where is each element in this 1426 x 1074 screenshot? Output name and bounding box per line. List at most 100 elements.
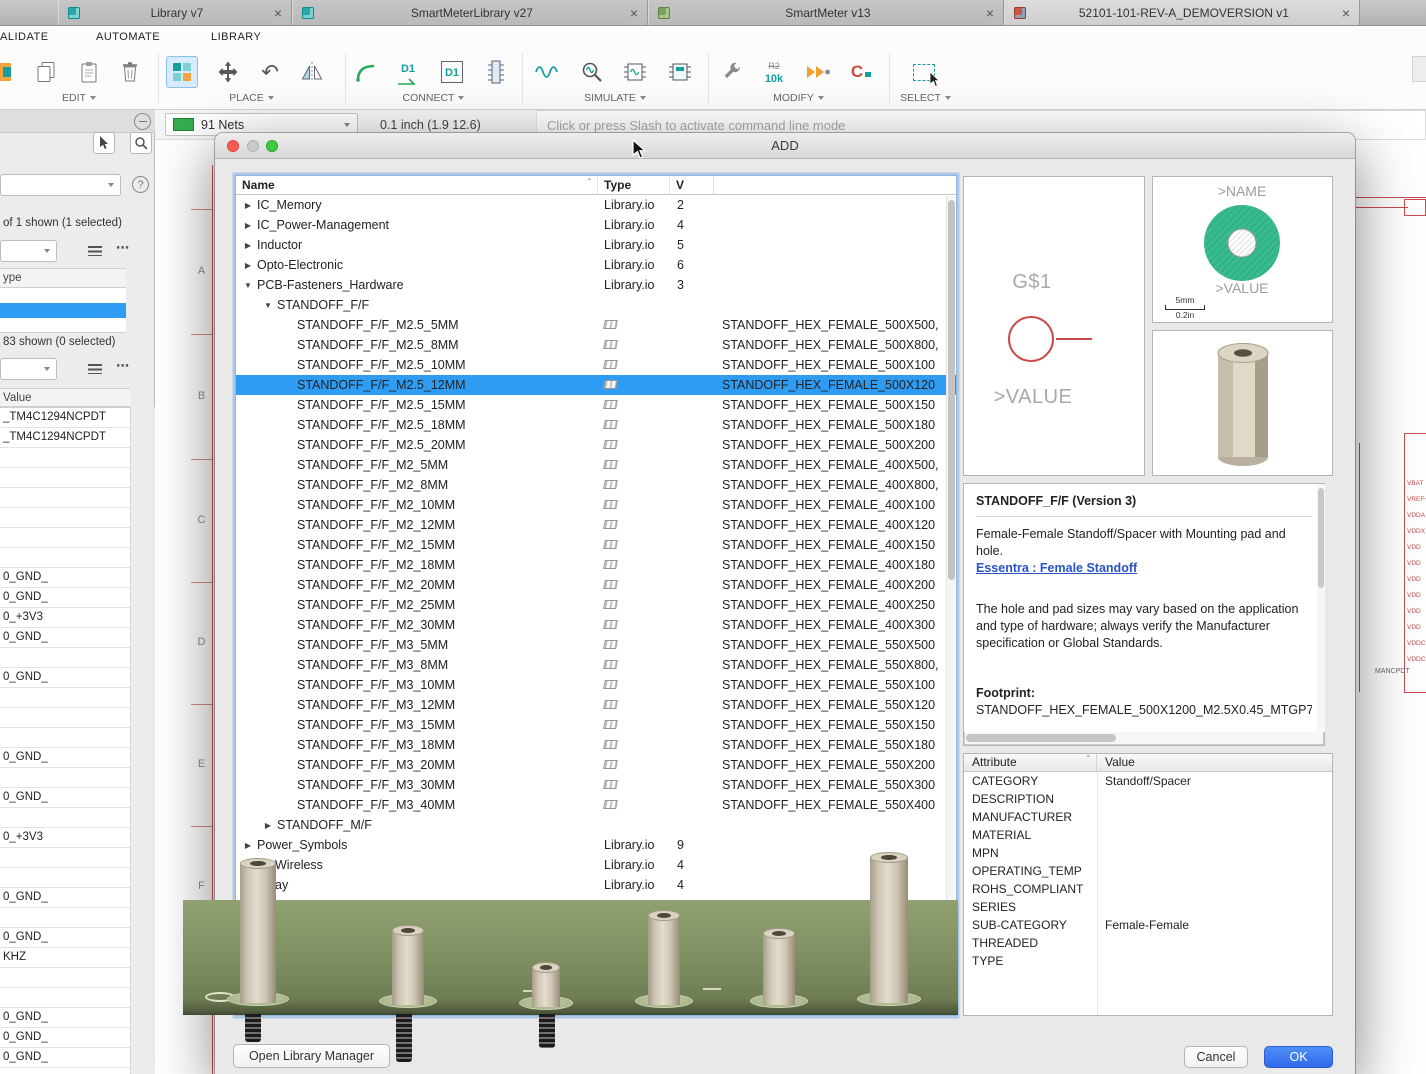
scrollbar-thumb[interactable] bbox=[966, 734, 1116, 742]
tree-row[interactable]: ▼STANDOFF_F/F bbox=[236, 295, 956, 315]
tree-row[interactable]: STANDOFF_F/F_M2_10MMSTANDOFF_HEX_FEMALE_… bbox=[236, 495, 956, 515]
copy-icon[interactable] bbox=[30, 56, 62, 88]
list-item[interactable] bbox=[0, 808, 130, 828]
tree-row[interactable]: STANDOFF_F/F_M2.5_12MMSTANDOFF_HEX_FEMAL… bbox=[236, 375, 956, 395]
mirror-icon[interactable] bbox=[296, 56, 328, 88]
list-item[interactable]: 0_GND_ bbox=[0, 1008, 130, 1028]
list-item[interactable]: KHZ bbox=[0, 948, 130, 968]
list-item[interactable] bbox=[0, 708, 130, 728]
list-item[interactable] bbox=[0, 468, 130, 488]
tree-row[interactable]: STANDOFF_F/F_M3_15MMSTANDOFF_HEX_FEMALE_… bbox=[236, 715, 956, 735]
list-item[interactable]: 0_GND_ bbox=[0, 1028, 130, 1048]
tree-row[interactable]: STANDOFF_F/F_M3_18MMSTANDOFF_HEX_FEMALE_… bbox=[236, 735, 956, 755]
change-class-icon[interactable]: C bbox=[846, 56, 878, 88]
column-value[interactable]: Value bbox=[1097, 754, 1332, 771]
list-item[interactable] bbox=[0, 648, 130, 668]
list-item[interactable]: 0_GND_ bbox=[0, 888, 130, 908]
tree-row[interactable]: STANDOFF_F/F_M2_18MMSTANDOFF_HEX_FEMALE_… bbox=[236, 555, 956, 575]
clipped-tool-icon[interactable] bbox=[0, 56, 14, 88]
help-icon[interactable]: ? bbox=[132, 176, 149, 193]
expand-arrow-icon[interactable]: ▶ bbox=[262, 821, 274, 830]
move-icon[interactable] bbox=[212, 56, 244, 88]
list-item[interactable] bbox=[0, 988, 130, 1008]
tree-row[interactable]: ▶InductorLibrary.io5 bbox=[236, 235, 956, 255]
attribute-row[interactable]: MPN bbox=[964, 844, 1332, 862]
expand-arrow-icon[interactable]: ▶ bbox=[242, 261, 254, 270]
tree-row[interactable]: STANDOFF_F/F_M2_20MMSTANDOFF_HEX_FEMALE_… bbox=[236, 575, 956, 595]
tree-row[interactable]: STANDOFF_F/F_M3_30MMSTANDOFF_HEX_FEMALE_… bbox=[236, 775, 956, 795]
close-icon[interactable]: × bbox=[274, 6, 282, 20]
attribute-row[interactable]: MANUFACTURER bbox=[964, 808, 1332, 826]
tree-row[interactable]: STANDOFF_F/F_M2.5_10MMSTANDOFF_HEX_FEMAL… bbox=[236, 355, 956, 375]
list-item[interactable]: 0_GND_ bbox=[0, 628, 130, 648]
toolbar-group-connect[interactable]: CONNECT bbox=[345, 90, 522, 106]
list-item[interactable]: 0_GND_ bbox=[0, 1048, 130, 1068]
add-part-tool-icon[interactable] bbox=[166, 56, 198, 88]
list-item[interactable] bbox=[0, 728, 130, 748]
column-type[interactable]: Type bbox=[598, 176, 670, 194]
attribute-row[interactable]: MATERIAL bbox=[964, 826, 1332, 844]
tree-row[interactable]: STANDOFF_F/F_M2_30MMSTANDOFF_HEX_FEMALE_… bbox=[236, 615, 956, 635]
attribute-row[interactable]: TYPE bbox=[964, 952, 1332, 970]
minimize-window-button[interactable] bbox=[247, 140, 259, 152]
tree-row[interactable]: STANDOFF_F/F_M2_12MMSTANDOFF_HEX_FEMALE_… bbox=[236, 515, 956, 535]
tree-row[interactable]: ▶Opto-ElectronicLibrary.io6 bbox=[236, 255, 956, 275]
list-item[interactable]: 0_GND_ bbox=[0, 788, 130, 808]
description-hscrollbar[interactable] bbox=[964, 732, 1324, 745]
name-tool-icon[interactable]: D1 bbox=[436, 56, 468, 88]
expand-arrow-icon[interactable]: ▶ bbox=[242, 841, 254, 850]
list-item[interactable] bbox=[0, 868, 130, 888]
filter-select-1[interactable] bbox=[0, 174, 121, 196]
model-ic2-icon[interactable] bbox=[664, 56, 696, 88]
ribbon-tab-automate[interactable]: AUTOMATE bbox=[96, 31, 160, 43]
scrollbar-thumb[interactable] bbox=[948, 200, 955, 580]
list-item-selected[interactable] bbox=[0, 303, 126, 318]
undo-icon[interactable]: ↶ bbox=[254, 56, 286, 88]
close-icon[interactable]: × bbox=[630, 6, 638, 20]
doc-tab[interactable]: 52101-101-REV-A_DEMOVERSION v1× bbox=[1004, 0, 1360, 25]
list-item[interactable] bbox=[0, 688, 130, 708]
scrollbar-thumb[interactable] bbox=[1318, 488, 1324, 588]
attribute-row[interactable]: OPERATING_TEMP bbox=[964, 862, 1332, 880]
pick-tool-button[interactable] bbox=[93, 132, 115, 154]
tree-row[interactable]: ▼PCB-Fasteners_HardwareLibrary.io3 bbox=[236, 275, 956, 295]
list-item[interactable]: 0_+3V3 bbox=[0, 608, 130, 628]
paste-icon[interactable] bbox=[73, 56, 105, 88]
list-item[interactable] bbox=[0, 1068, 130, 1074]
toolbar-group-simulate[interactable]: SIMULATE bbox=[522, 90, 708, 106]
list-item[interactable]: 0_GND_ bbox=[0, 568, 130, 588]
tree-row[interactable]: STANDOFF_F/F_M2.5_20MMSTANDOFF_HEX_FEMAL… bbox=[236, 435, 956, 455]
toolbar-group-modify[interactable]: MODIFY bbox=[708, 90, 889, 106]
list-item[interactable]: _TM4C1294NCPDT bbox=[0, 428, 130, 448]
zoom-window-button[interactable] bbox=[266, 140, 278, 152]
tree-row[interactable]: STANDOFF_F/F_M3_10MMSTANDOFF_HEX_FEMALE_… bbox=[236, 675, 956, 695]
list-item[interactable] bbox=[0, 508, 130, 528]
attribute-row[interactable]: CATEGORYStandoff/Spacer bbox=[964, 772, 1332, 790]
tree-row[interactable]: STANDOFF_F/F_M2_5MMSTANDOFF_HEX_FEMALE_4… bbox=[236, 455, 956, 475]
more-options-icon[interactable]: ⋯ bbox=[116, 358, 130, 374]
list-item[interactable]: 0_GND_ bbox=[0, 748, 130, 768]
column-name[interactable]: Name ˆ bbox=[236, 176, 598, 194]
list-item[interactable]: 0_+3V3 bbox=[0, 828, 130, 848]
list-item[interactable] bbox=[0, 488, 130, 508]
close-icon[interactable]: × bbox=[986, 6, 994, 20]
collapse-arrow-icon[interactable]: ▼ bbox=[242, 281, 254, 290]
list-item[interactable]: 0_GND_ bbox=[0, 928, 130, 948]
column-header-type[interactable]: ype bbox=[0, 268, 126, 288]
tree-row[interactable]: STANDOFF_F/F_M3_12MMSTANDOFF_HEX_FEMALE_… bbox=[236, 695, 956, 715]
filter-select-2[interactable] bbox=[0, 240, 57, 262]
list-item[interactable] bbox=[0, 848, 130, 868]
dialog-titlebar[interactable]: ADD bbox=[215, 133, 1355, 159]
column-attribute[interactable]: Attribute ˆ bbox=[964, 754, 1097, 771]
merge-icon[interactable] bbox=[802, 56, 834, 88]
tree-row[interactable]: STANDOFF_F/F_M3_5MMSTANDOFF_HEX_FEMALE_5… bbox=[236, 635, 956, 655]
tree-row[interactable]: STANDOFF_F/F_M2_25MMSTANDOFF_HEX_FEMALE_… bbox=[236, 595, 956, 615]
cancel-button[interactable]: Cancel bbox=[1184, 1046, 1248, 1068]
tree-row[interactable]: STANDOFF_F/F_M3_20MMSTANDOFF_HEX_FEMALE_… bbox=[236, 755, 956, 775]
attribute-row[interactable]: SUB-CATEGORYFemale-Female bbox=[964, 916, 1332, 934]
tree-row[interactable]: ▶IC_Power-ManagementLibrary.io4 bbox=[236, 215, 956, 235]
ribbon-tab-validate[interactable]: ALIDATE bbox=[0, 31, 49, 43]
delete-icon[interactable] bbox=[114, 56, 146, 88]
close-icon[interactable]: × bbox=[1342, 6, 1350, 20]
filter-select-3[interactable] bbox=[0, 358, 57, 380]
